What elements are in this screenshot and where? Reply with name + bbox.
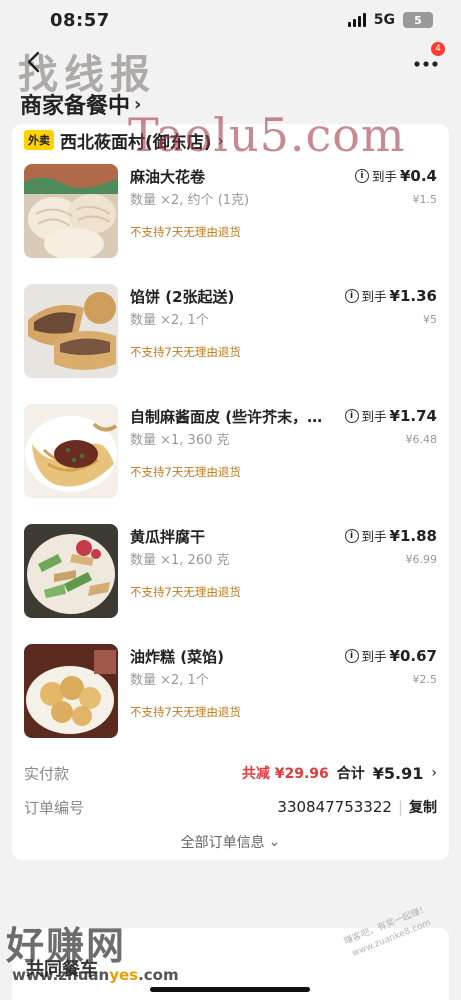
final-price-label: 到手 xyxy=(371,169,397,184)
divider: | xyxy=(397,798,403,816)
final-price[interactable]: i 到手 ¥0.4 xyxy=(354,166,437,185)
order-status-title[interactable]: 商家备餐中 › xyxy=(0,84,461,124)
order-number-row: 订单编号 330847753322 | 复制 xyxy=(12,790,449,824)
item-image[interactable] xyxy=(24,524,118,618)
item-name: 黄瓜拌腐干 xyxy=(130,528,206,546)
info-icon: i xyxy=(344,528,359,543)
list-item[interactable]: 麻油大花卷 数量 ×2, 约个 (1克) 不支持7天无理由退货 i 到手 ¥0.… xyxy=(24,156,437,276)
watermark-url-highlight: yes xyxy=(109,966,139,984)
item-name: 麻油大花卷 xyxy=(130,168,206,186)
paid-label: 实付款 xyxy=(24,764,70,783)
final-price[interactable]: i 到手 ¥0.67 xyxy=(344,646,437,665)
item-name: 馅饼 (2张起送) xyxy=(130,288,235,306)
signal-icon xyxy=(347,13,366,27)
chevron-down-icon: ⌄ xyxy=(268,834,281,850)
final-price-value: ¥1.88 xyxy=(389,526,437,545)
discount-amount: 共减 ¥29.96 xyxy=(241,766,329,782)
total-label: 合计 xyxy=(336,766,365,782)
final-price-value: ¥0.4 xyxy=(399,166,437,185)
flower-roll-image xyxy=(24,164,118,258)
item-name: 油炸糕 (菜馅) xyxy=(130,648,224,666)
chevron-right-icon: › xyxy=(134,93,142,115)
return-policy: 不支持7天无理由退货 xyxy=(130,345,241,359)
item-list: 麻油大花卷 数量 ×2, 约个 (1克) 不支持7天无理由退货 i 到手 ¥0.… xyxy=(12,156,449,756)
status-time: 08:57 xyxy=(50,9,110,31)
fried-cake-image xyxy=(24,644,118,738)
final-price[interactable]: i 到手 ¥1.88 xyxy=(344,526,437,545)
final-price[interactable]: i 到手 ¥1.36 xyxy=(344,286,437,305)
final-price[interactable]: i 到手 ¥1.74 xyxy=(344,406,437,425)
order-number: 330847753322 xyxy=(277,798,392,816)
status-icons: 5G 5 xyxy=(347,12,433,28)
return-policy: 不支持7天无理由退货 xyxy=(130,225,241,239)
nav-bar: 4 xyxy=(0,40,461,84)
original-price: ¥1.5 xyxy=(412,193,438,206)
all-order-info-button[interactable]: 全部订单信息 ⌄ xyxy=(12,824,449,860)
copy-button[interactable]: 复制 xyxy=(409,797,437,817)
item-image[interactable] xyxy=(24,644,118,738)
notification-badge: 4 xyxy=(431,42,445,56)
page-title: 商家备餐中 xyxy=(20,94,131,119)
payment-row[interactable]: 实付款 共减 ¥29.96 合计 ¥5.91 › xyxy=(12,756,449,790)
order-number-label: 订单编号 xyxy=(24,798,85,817)
watermark-url-part: www.zhuan xyxy=(12,966,110,984)
return-policy: 不支持7天无理由退货 xyxy=(130,465,241,479)
item-name: 自制麻酱面皮 (些许芥末，… xyxy=(130,408,323,426)
info-icon: i xyxy=(344,648,359,663)
meat-pie-image xyxy=(24,284,118,378)
chevron-left-icon xyxy=(27,51,40,73)
list-item[interactable]: 馅饼 (2张起送) 数量 ×2, 1个 不支持7天无理由退货 i 到手 ¥1.3… xyxy=(24,276,437,396)
list-item[interactable]: 油炸糕 (菜馅) 数量 ×2, 1个 不支持7天无理由退货 i 到手 ¥0.67… xyxy=(24,636,437,756)
all-order-info-label: 全部订单信息 xyxy=(180,835,265,851)
list-item[interactable]: 黄瓜拌腐干 数量 ×1, 260 克 不支持7天无理由退货 i 到手 ¥1.88… xyxy=(24,516,437,636)
item-image[interactable] xyxy=(24,284,118,378)
noodle-dish-image xyxy=(24,404,118,498)
info-icon: i xyxy=(344,408,359,423)
delivery-tag: 外卖 xyxy=(24,130,54,150)
final-price-value: ¥0.67 xyxy=(389,646,437,665)
return-policy: 不支持7天无理由退货 xyxy=(130,585,241,599)
total-amount: ¥5.91 xyxy=(372,763,424,783)
info-icon: i xyxy=(344,288,359,303)
final-price-label: 到手 xyxy=(361,649,387,664)
status-bar: 08:57 5G 5 xyxy=(0,0,461,40)
watermark-url-bottom: www.zhuanyes.com xyxy=(12,966,179,984)
item-image[interactable] xyxy=(24,404,118,498)
network-type: 5G xyxy=(373,12,395,28)
more-button[interactable]: 4 xyxy=(411,42,445,74)
info-icon: i xyxy=(354,168,369,183)
list-item[interactable]: 自制麻酱面皮 (些许芥末，… 数量 ×1, 360 克 不支持7天无理由退货 i… xyxy=(24,396,437,516)
home-indicator[interactable] xyxy=(150,987,310,992)
final-price-label: 到手 xyxy=(361,409,387,424)
final-price-value: ¥1.36 xyxy=(389,286,437,305)
original-price: ¥6.99 xyxy=(405,553,438,566)
chevron-right-icon: › xyxy=(431,765,437,781)
item-image[interactable] xyxy=(24,164,118,258)
cucumber-tofu-image xyxy=(24,524,118,618)
original-price: ¥6.48 xyxy=(405,433,438,446)
original-price: ¥5 xyxy=(423,313,437,326)
original-price: ¥2.5 xyxy=(412,673,438,686)
return-policy: 不支持7天无理由退货 xyxy=(130,705,241,719)
order-card: 外卖 西北莜面村(御东店) › 麻油大花卷 数量 ×2, 约个 (1克) 不支持… xyxy=(12,124,449,860)
final-price-label: 到手 xyxy=(361,529,387,544)
watermark-logo-bottom: 好赚网 xyxy=(6,924,127,968)
final-price-value: ¥1.74 xyxy=(389,406,437,425)
watermark-url-part: .com xyxy=(138,966,179,984)
battery-icon: 5 xyxy=(403,12,433,28)
final-price-label: 到手 xyxy=(361,289,387,304)
back-button[interactable] xyxy=(20,48,48,76)
